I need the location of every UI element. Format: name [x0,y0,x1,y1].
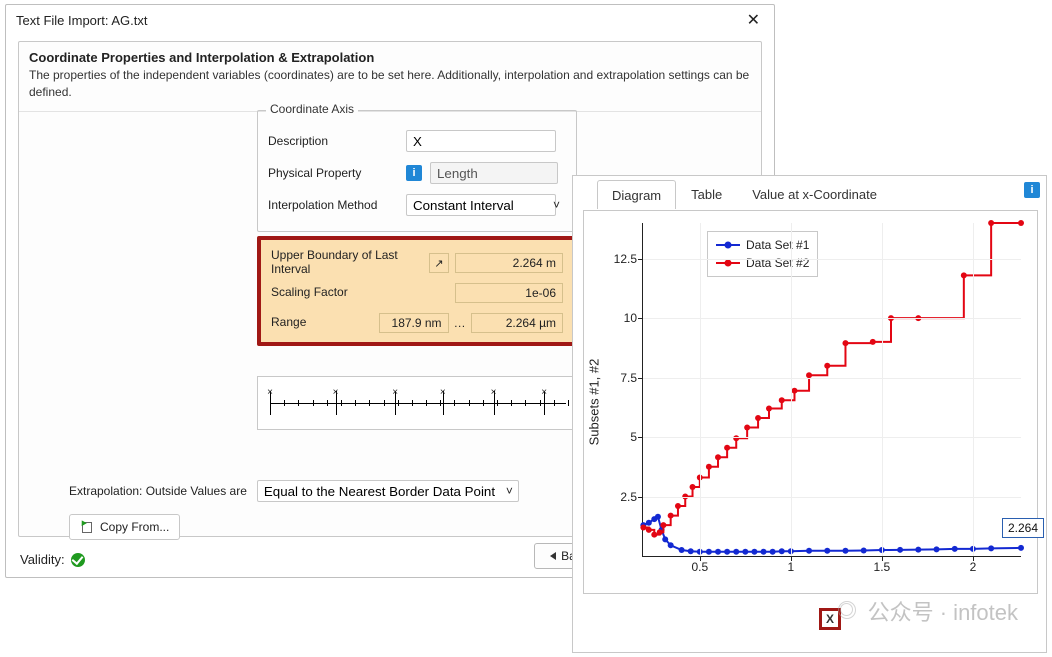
section-header: Coordinate Properties and Interpolation … [19,42,761,67]
plot-area[interactable]: Data Set #1 Data Set #2 2.557.51012.50.5… [642,223,1021,557]
upper-boundary-label: Upper Boundary of Last Interval [271,249,401,277]
y-tick-label: 12.5 [614,252,637,266]
y-tick-label: 7.5 [620,371,637,385]
close-icon[interactable]: ✕ [743,10,764,30]
range-to-value[interactable]: 2.264 µm [471,313,563,333]
chart-frame: Subsets #1, #2 Data Set #1 Data Set #2 2… [583,210,1038,594]
x-end-marker: 2.264 [1002,518,1044,538]
upper-boundary-value[interactable]: 2.264 m [455,253,563,273]
y-axis-label: Subsets #1, #2 [587,359,602,446]
highlighted-parameters: Upper Boundary of Last Interval ↗ 2.264 … [257,236,577,346]
wechat-icon [838,601,860,621]
x-tick-label: 0.5 [691,560,708,574]
axis-preview: ×××××× [257,376,579,430]
interpolation-select[interactable] [406,194,556,216]
scaling-factor-value[interactable]: 1e-06 [455,283,563,303]
y-tick-label: 10 [624,311,637,325]
y-tick-label: 2.5 [620,490,637,504]
tab-value-at-x[interactable]: Value at x-Coordinate [737,179,892,208]
x-tick-label: 1.5 [874,560,891,574]
diagram-panel: Diagram Table Value at x-Coordinate i Su… [572,175,1047,653]
info-icon[interactable]: i [406,165,422,181]
description-input[interactable] [406,130,556,152]
watermark: 公众号 · infotek [838,595,1018,627]
triangle-left-icon [550,552,556,560]
interpolation-label: Interpolation Method [268,198,398,212]
extrapolation-select[interactable] [257,480,519,502]
extrapolation-label: Extrapolation: Outside Values are [69,484,247,498]
tab-diagram[interactable]: Diagram [597,180,676,209]
range-label: Range [271,316,379,330]
range-separator: … [449,316,471,330]
tab-table[interactable]: Table [676,179,737,208]
fieldset-legend: Coordinate Axis [266,102,358,116]
x-tick-label: 1 [788,560,795,574]
x-tick-label: 2 [970,560,977,574]
description-label: Description [268,134,398,148]
dialog-title: Text File Import: AG.txt [16,13,147,28]
scaling-factor-label: Scaling Factor [271,286,401,300]
range-from-value[interactable]: 187.9 nm [379,313,448,333]
copy-from-button[interactable]: Copy From... [69,514,180,540]
section-subtext: The properties of the independent variab… [19,67,761,112]
expand-icon[interactable]: ↗ [429,253,449,273]
legend: Data Set #1 Data Set #2 [707,231,818,277]
y-tick-label: 5 [630,430,637,444]
copy-icon [80,520,94,534]
info-icon[interactable]: i [1024,182,1040,198]
physical-property-input[interactable] [430,162,558,184]
check-icon [71,553,85,567]
legend-set1: Data Set #1 [746,238,809,252]
validity-label: Validity: [20,552,65,567]
copy-from-label: Copy From... [100,520,169,534]
physical-property-label: Physical Property [268,166,398,180]
coordinate-axis-fieldset: Coordinate Axis Description Physical Pro… [257,110,577,232]
